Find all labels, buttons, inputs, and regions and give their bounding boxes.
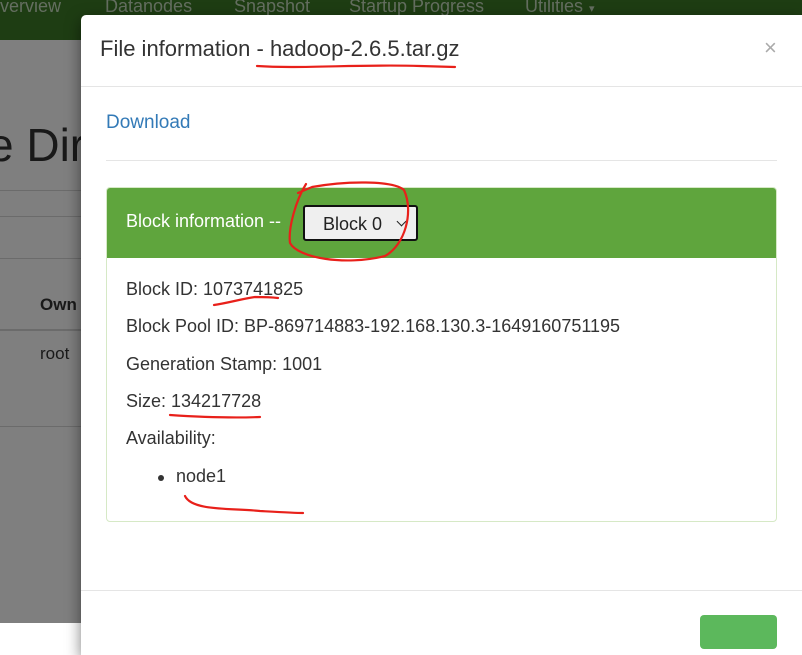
modal-title: File information - hadoop-2.6.5.tar.gz: [100, 36, 460, 61]
size-text: Size: 134217728: [126, 391, 262, 411]
modal-divider: [106, 160, 777, 161]
download-link[interactable]: Download: [106, 112, 191, 134]
chevron-down-icon: [396, 216, 407, 227]
footer-button[interactable]: [700, 615, 777, 649]
availability-node-item: node1: [176, 466, 227, 486]
block-pool-id-text: Block Pool ID: BP-869714883-192.168.130.…: [126, 316, 621, 336]
generation-stamp-text: Generation Stamp: 1001: [126, 354, 323, 374]
block-id-text: Block ID: 1073741825: [126, 279, 304, 299]
block-select[interactable]: Block 0: [303, 205, 418, 241]
file-info-modal: File information - hadoop-2.6.5.tar.gz ×…: [81, 15, 802, 655]
panel-title: Block information --: [126, 211, 282, 231]
block-info-panel: Block information -- Block 0 Block ID: 1…: [106, 187, 777, 522]
panel-heading: Block information -- Block 0: [107, 188, 776, 258]
availability-label: Availability:: [126, 428, 216, 448]
list-bullet: [158, 475, 164, 481]
modal-header: File information - hadoop-2.6.5.tar.gz ×: [81, 15, 802, 87]
close-icon[interactable]: ×: [764, 35, 777, 61]
block-select-value: Block 0: [323, 214, 383, 234]
modal-footer-divider: [81, 590, 802, 591]
